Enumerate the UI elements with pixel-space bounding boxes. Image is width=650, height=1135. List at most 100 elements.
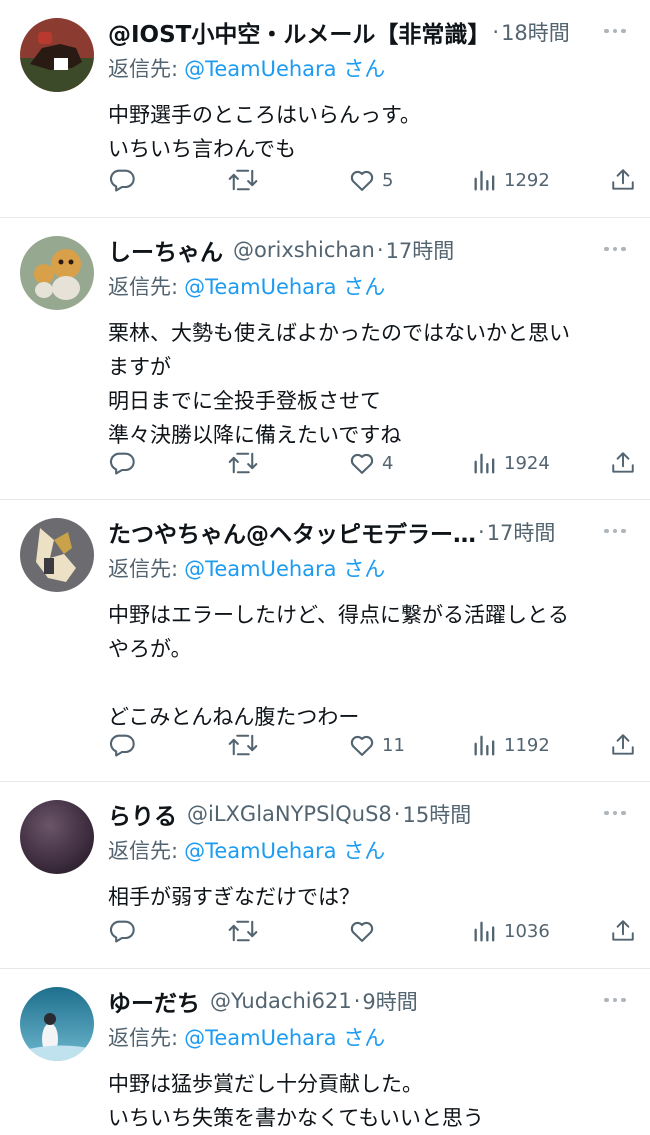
more-icon[interactable] xyxy=(602,518,628,544)
retweet-button[interactable] xyxy=(228,914,258,948)
share-button[interactable] xyxy=(610,728,636,762)
avatar[interactable] xyxy=(20,987,94,1061)
action-bar: 1036 xyxy=(108,914,634,948)
views-count: 1924 xyxy=(504,452,550,474)
reply-button[interactable] xyxy=(108,728,136,762)
reply-button[interactable] xyxy=(108,914,136,948)
timestamp[interactable]: 18時間 xyxy=(501,17,570,47)
views-icon xyxy=(474,921,495,942)
views-button[interactable]: 1924 xyxy=(472,446,550,480)
action-bar: 4 1924 xyxy=(108,446,634,480)
views-icon xyxy=(474,170,495,191)
tweet-text-line: ますが xyxy=(108,355,171,379)
avatar[interactable] xyxy=(20,236,94,310)
like-count: 5 xyxy=(382,169,394,191)
display-name[interactable]: @IOST小中空・ルメール【非常識】 xyxy=(108,15,490,49)
user-handle[interactable]: @orixshichan xyxy=(233,238,375,262)
tweet-text: 中野選手のところはいらんっす。 いちいち言わんでも xyxy=(108,98,630,166)
reply-prefix: 返信先: xyxy=(108,275,179,299)
avatar[interactable] xyxy=(20,18,94,92)
tweet[interactable]: たつやちゃん@ヘタッピモデラー… · 17時間 返信先: @TeamUehara… xyxy=(0,500,650,782)
share-button[interactable] xyxy=(610,914,636,948)
retweet-button[interactable] xyxy=(228,446,258,480)
tweet-text-line: やろが。 xyxy=(108,637,192,661)
mention-link[interactable]: @TeamUehara さん xyxy=(184,53,385,83)
reply-prefix: 返信先: xyxy=(108,57,179,81)
mention-link[interactable]: @TeamUehara さん xyxy=(184,1022,385,1052)
avatar[interactable] xyxy=(20,518,94,592)
views-button[interactable]: 1036 xyxy=(472,914,550,948)
separator-dot: · xyxy=(492,20,500,44)
user-handle[interactable]: @iLXGlaNYPSlQuS8 xyxy=(187,802,392,826)
reply-prefix: 返信先: xyxy=(108,557,179,581)
timestamp[interactable]: 17時間 xyxy=(386,235,455,265)
separator-dot: · xyxy=(393,802,401,826)
retweet-icon xyxy=(228,920,258,942)
share-icon xyxy=(612,169,634,190)
like-button[interactable]: 11 xyxy=(348,728,405,762)
reply-button[interactable] xyxy=(108,163,136,197)
views-button[interactable]: 1192 xyxy=(472,728,550,762)
retweet-button[interactable] xyxy=(228,728,258,762)
like-button[interactable] xyxy=(348,914,382,948)
more-icon[interactable] xyxy=(602,987,628,1013)
tweet-text-line: いちいち失策を書かなくてもいいと思う xyxy=(108,1106,484,1130)
tweet[interactable]: しーちゃん @orixshichan · 17時間 返信先: @TeamUeha… xyxy=(0,218,650,500)
display-name[interactable]: しーちゃん xyxy=(108,233,223,267)
share-icon xyxy=(612,920,634,941)
timestamp[interactable]: 9時間 xyxy=(362,986,417,1016)
tweet[interactable]: @IOST小中空・ルメール【非常識】 · 18時間 返信先: @TeamUeha… xyxy=(0,0,650,218)
reply-button[interactable] xyxy=(108,446,136,480)
tweet-text-line: 栗林、大勢も使えばよかったのではないかと思い xyxy=(108,321,570,345)
views-button[interactable]: 1292 xyxy=(472,163,550,197)
display-name[interactable]: たつやちゃん@ヘタッピモデラー… xyxy=(108,515,476,549)
tweet-text-line: 中野選手のところはいらんっす。 xyxy=(108,103,421,127)
retweet-button[interactable] xyxy=(228,163,258,197)
tweet-text-line: 中野は猛歩賞だし十分貢献した。 xyxy=(108,1072,423,1096)
reply-feed: @IOST小中空・ルメール【非常識】 · 18時間 返信先: @TeamUeha… xyxy=(0,0,650,1130)
more-icon[interactable] xyxy=(602,236,628,262)
share-icon xyxy=(612,734,634,755)
tweet[interactable]: ゆーだち @Yudachi621 · 9時間 返信先: @TeamUehara … xyxy=(0,969,650,1130)
more-icon[interactable] xyxy=(602,800,628,826)
user-handle[interactable]: @Yudachi621 xyxy=(210,989,352,1013)
like-button[interactable]: 4 xyxy=(348,446,393,480)
like-count: 4 xyxy=(382,452,394,474)
heart-icon xyxy=(350,453,374,474)
display-name[interactable]: ゆーだち xyxy=(108,984,200,1018)
reply-icon xyxy=(109,920,135,943)
timestamp[interactable]: 15時間 xyxy=(402,799,471,829)
heart-icon xyxy=(350,170,374,191)
like-count: 11 xyxy=(382,734,405,756)
tweet-text-line: 相手が弱すぎなだけでは？ xyxy=(108,885,360,909)
retweet-icon xyxy=(228,169,258,191)
retweet-icon xyxy=(228,452,258,474)
tweet-text: 中野はエラーしたけど、得点に繋がる活躍しとる やろが。 どこみとんねん腹たつわー xyxy=(108,598,630,734)
display-name[interactable]: らりる xyxy=(108,797,177,831)
reply-icon xyxy=(109,734,135,757)
tweet-text-line: いちいち言わんでも xyxy=(108,137,296,161)
mention-link[interactable]: @TeamUehara さん xyxy=(184,835,385,865)
tweet[interactable]: らりる @iLXGlaNYPSlQuS8 · 15時間 返信先: @TeamUe… xyxy=(0,782,650,969)
separator-dot: · xyxy=(478,520,485,544)
avatar[interactable] xyxy=(20,800,94,874)
reply-icon xyxy=(109,452,135,475)
mention-link[interactable]: @TeamUehara さん xyxy=(184,553,385,583)
reply-icon xyxy=(109,169,135,192)
tweet-text: 栗林、大勢も使えばよかったのではないかと思い ますが 明日までに全投手登板させて… xyxy=(108,316,630,452)
reply-context: 返信先: @TeamUehara さん xyxy=(108,1021,630,1053)
share-button[interactable] xyxy=(610,446,636,480)
views-icon xyxy=(474,453,495,474)
action-bar: 5 1292 xyxy=(108,163,634,197)
share-button[interactable] xyxy=(610,163,636,197)
tweet-text: 相手が弱すぎなだけでは？ xyxy=(108,880,630,914)
heart-icon xyxy=(350,735,374,756)
mention-link[interactable]: @TeamUehara さん xyxy=(184,271,385,301)
heart-icon xyxy=(350,921,374,942)
views-count: 1192 xyxy=(504,734,550,756)
timestamp[interactable]: 17時間 xyxy=(487,517,556,547)
more-icon[interactable] xyxy=(602,18,628,44)
reply-context: 返信先: @TeamUehara さん xyxy=(108,834,630,866)
like-button[interactable]: 5 xyxy=(348,163,393,197)
tweet-text-line: 中野はエラーしたけど、得点に繋がる活躍しとる xyxy=(108,603,569,627)
